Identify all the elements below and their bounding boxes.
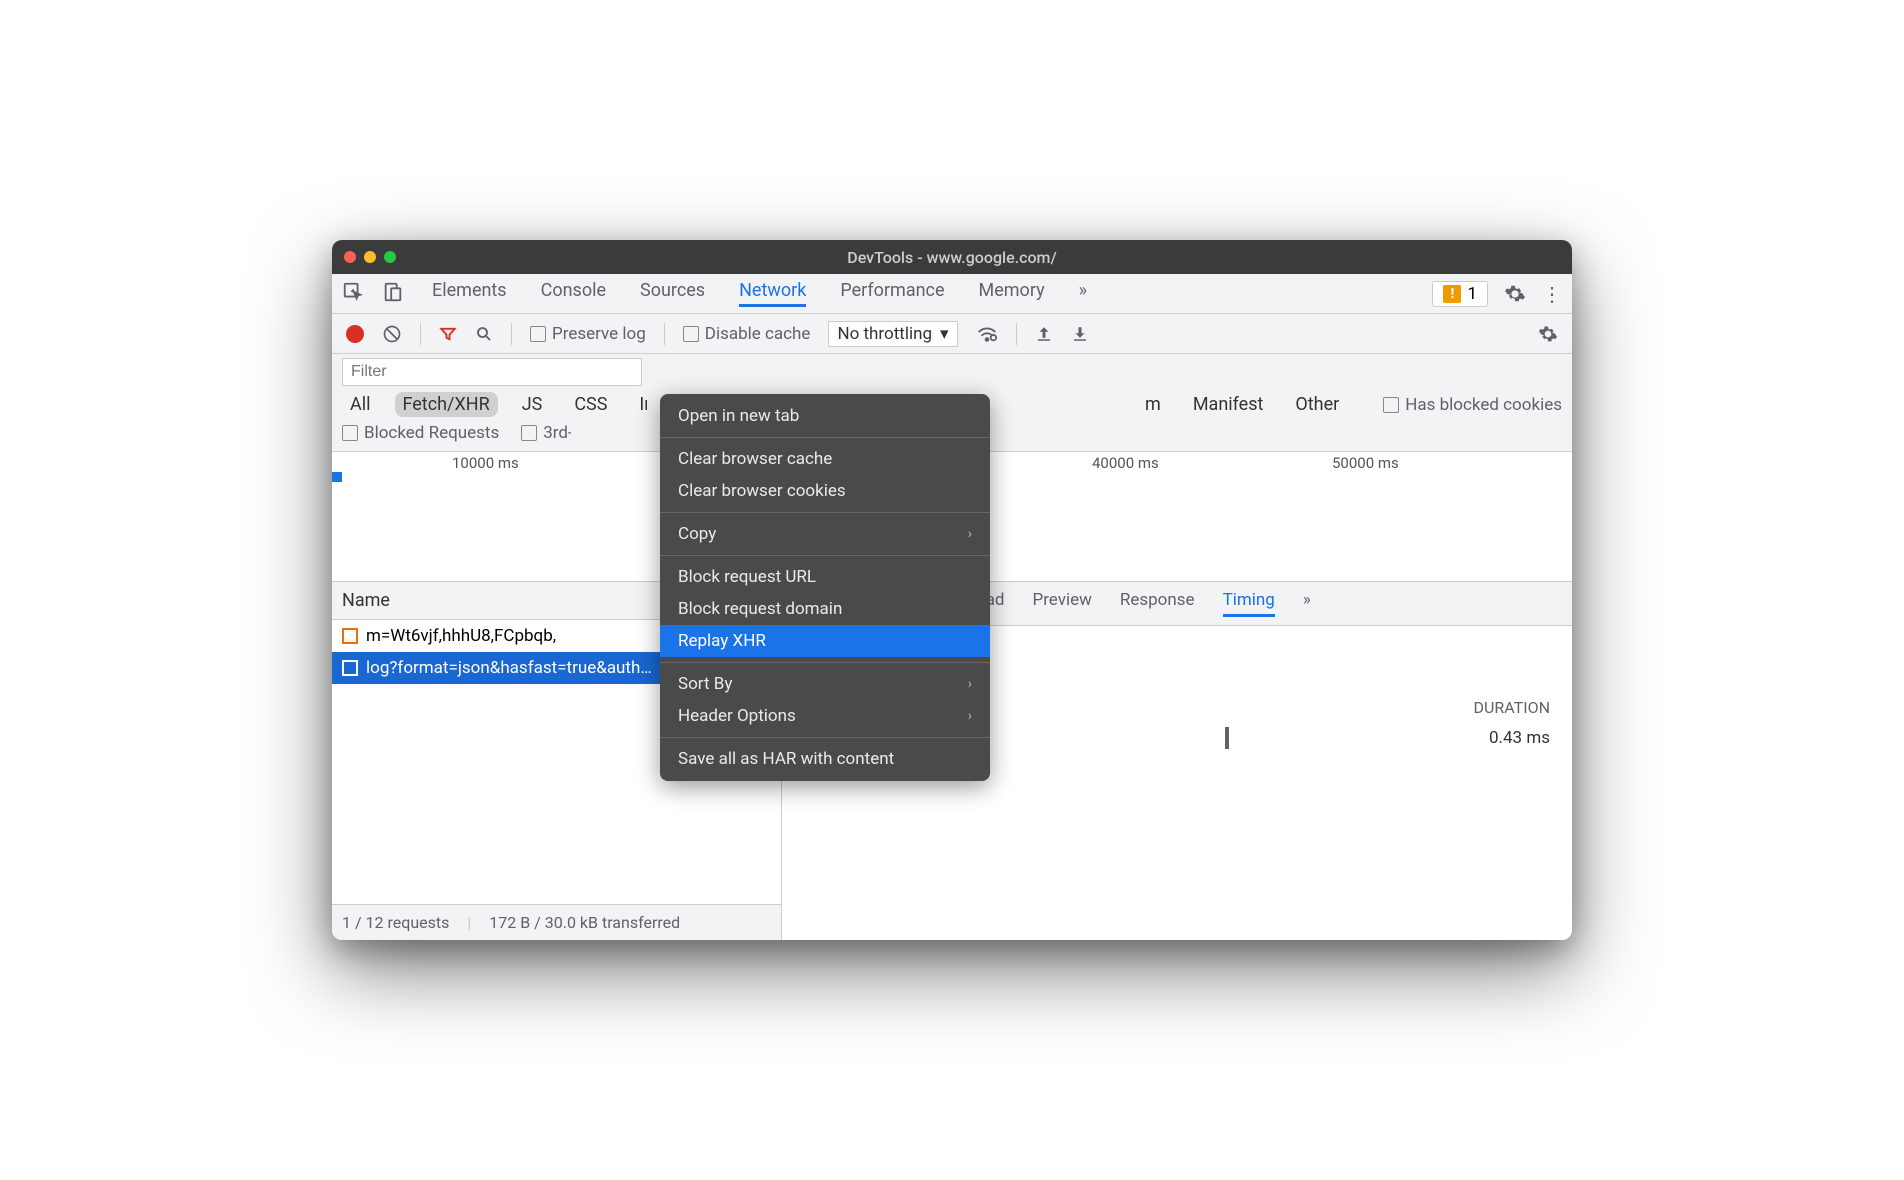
- menu-copy[interactable]: Copy›: [660, 518, 990, 550]
- divider: [1016, 323, 1017, 345]
- checkbox-icon: [1383, 397, 1399, 413]
- filter-type-manifest[interactable]: Manifest: [1185, 392, 1272, 417]
- menu-save-har[interactable]: Save all as HAR with content: [660, 743, 990, 775]
- download-har-icon[interactable]: [1071, 325, 1089, 343]
- filter-type-js[interactable]: JS: [514, 392, 551, 417]
- divider: [511, 323, 512, 345]
- menu-separator: [660, 662, 990, 663]
- warning-icon: !: [1443, 285, 1461, 303]
- detail-tab-response[interactable]: Response: [1120, 590, 1195, 617]
- inspect-element-icon[interactable]: [342, 281, 364, 307]
- maximize-window-button[interactable]: [384, 251, 396, 263]
- checkbox-icon: [342, 425, 358, 441]
- menu-sort-by[interactable]: Sort By›: [660, 668, 990, 700]
- filter-type-img[interactable]: Img: [631, 392, 647, 417]
- request-name: log?format=json&hasfast=true&auth…: [366, 658, 652, 678]
- tab-network[interactable]: Network: [739, 280, 806, 307]
- divider: [420, 323, 421, 345]
- disable-cache-checkbox[interactable]: Disable cache: [683, 324, 811, 344]
- menu-open-new-tab[interactable]: Open in new tab: [660, 400, 990, 432]
- context-menu: Open in new tab Clear browser cache Clea…: [660, 394, 990, 781]
- tab-console[interactable]: Console: [541, 280, 606, 307]
- tab-performance[interactable]: Performance: [840, 280, 944, 307]
- chevron-down-icon: ▾: [940, 324, 949, 344]
- network-toolbar: Preserve log Disable cache No throttling…: [332, 314, 1572, 354]
- request-count: 1 / 12 requests: [342, 913, 449, 932]
- detail-tab-preview[interactable]: Preview: [1032, 590, 1091, 617]
- transferred-size: 172 B / 30.0 kB transferred: [489, 913, 680, 932]
- chevron-right-icon: ›: [968, 676, 972, 692]
- status-bar: 1 / 12 requests | 172 B / 30.0 kB transf…: [332, 904, 781, 940]
- duration-header: DURATION: [1474, 698, 1550, 717]
- timeline-tick: 40000 ms: [1092, 454, 1159, 472]
- filter-type-wasm: m: [1137, 392, 1169, 417]
- menu-separator: [660, 555, 990, 556]
- has-blocked-cookies-checkbox[interactable]: Has blocked cookies: [1383, 395, 1562, 415]
- menu-header-options[interactable]: Header Options›: [660, 700, 990, 732]
- filter-type-other[interactable]: Other: [1287, 392, 1347, 417]
- gear-icon[interactable]: [1538, 324, 1558, 344]
- menu-block-domain[interactable]: Block request domain: [660, 593, 990, 625]
- minimize-window-button[interactable]: [364, 251, 376, 263]
- issues-count: 1: [1467, 284, 1477, 304]
- checkbox-icon: [521, 425, 537, 441]
- filter-type-all[interactable]: All: [342, 392, 379, 417]
- tab-more[interactable]: »: [1079, 280, 1087, 307]
- tab-elements[interactable]: Elements: [432, 280, 507, 307]
- filter-type-fetch-xhr[interactable]: Fetch/XHR: [395, 392, 498, 417]
- network-conditions-icon[interactable]: [976, 323, 998, 345]
- filter-type-css[interactable]: CSS: [566, 392, 615, 417]
- main-tabs: Elements Console Sources Network Perform…: [432, 280, 1432, 307]
- menu-clear-cache[interactable]: Clear browser cache: [660, 443, 990, 475]
- gear-icon[interactable]: [1504, 283, 1526, 305]
- queue-bar-icon: [1225, 727, 1229, 749]
- queueing-value: 0.43 ms: [1489, 728, 1550, 748]
- document-icon: [342, 628, 358, 644]
- checkbox-icon: [683, 326, 699, 342]
- blocked-requests-checkbox[interactable]: Blocked Requests: [342, 423, 499, 443]
- tab-sources[interactable]: Sources: [640, 280, 705, 307]
- menu-block-url[interactable]: Block request URL: [660, 561, 990, 593]
- detail-tab-timing[interactable]: Timing: [1223, 590, 1275, 617]
- preserve-log-checkbox[interactable]: Preserve log: [530, 324, 646, 344]
- kebab-menu-icon[interactable]: ⋮: [1542, 282, 1562, 306]
- timeline-tick: 50000 ms: [1332, 454, 1399, 472]
- main-tabs-row: Elements Console Sources Network Perform…: [332, 274, 1572, 314]
- filter-icon[interactable]: [439, 325, 457, 343]
- record-button[interactable]: [346, 325, 364, 343]
- timeline-marker: [332, 472, 342, 482]
- issues-badge[interactable]: ! 1: [1432, 281, 1488, 307]
- titlebar: DevTools - www.google.com/: [332, 240, 1572, 274]
- menu-replay-xhr[interactable]: Replay XHR: [660, 625, 990, 657]
- traffic-lights: [344, 251, 396, 263]
- tab-memory[interactable]: Memory: [979, 280, 1045, 307]
- timeline-tick: 10000 ms: [452, 454, 519, 472]
- detail-tab-more[interactable]: »: [1303, 590, 1311, 617]
- menu-separator: [660, 512, 990, 513]
- menu-separator: [660, 737, 990, 738]
- devtools-window: DevTools - www.google.com/ Elements Cons…: [332, 240, 1572, 940]
- menu-separator: [660, 437, 990, 438]
- throttling-select[interactable]: No throttling ▾: [828, 321, 957, 347]
- checkbox-icon: [530, 326, 546, 342]
- chevron-right-icon: ›: [968, 708, 972, 724]
- request-name: m=Wt6vjf,hhhU8,FCpbqb,: [366, 626, 556, 646]
- window-title: DevTools - www.google.com/: [847, 248, 1056, 267]
- chevron-right-icon: ›: [968, 526, 972, 542]
- document-icon: [342, 660, 358, 676]
- clear-icon[interactable]: [382, 324, 402, 344]
- queued-at-text: 0 ms: [924, 640, 1550, 660]
- divider: [664, 323, 665, 345]
- menu-clear-cookies[interactable]: Clear browser cookies: [660, 475, 990, 507]
- search-icon[interactable]: [475, 325, 493, 343]
- device-toolbar-icon[interactable]: [382, 281, 404, 307]
- third-party-checkbox[interactable]: 3rd-party requests: [521, 423, 571, 443]
- filter-input[interactable]: [342, 358, 642, 386]
- close-window-button[interactable]: [344, 251, 356, 263]
- upload-har-icon[interactable]: [1035, 325, 1053, 343]
